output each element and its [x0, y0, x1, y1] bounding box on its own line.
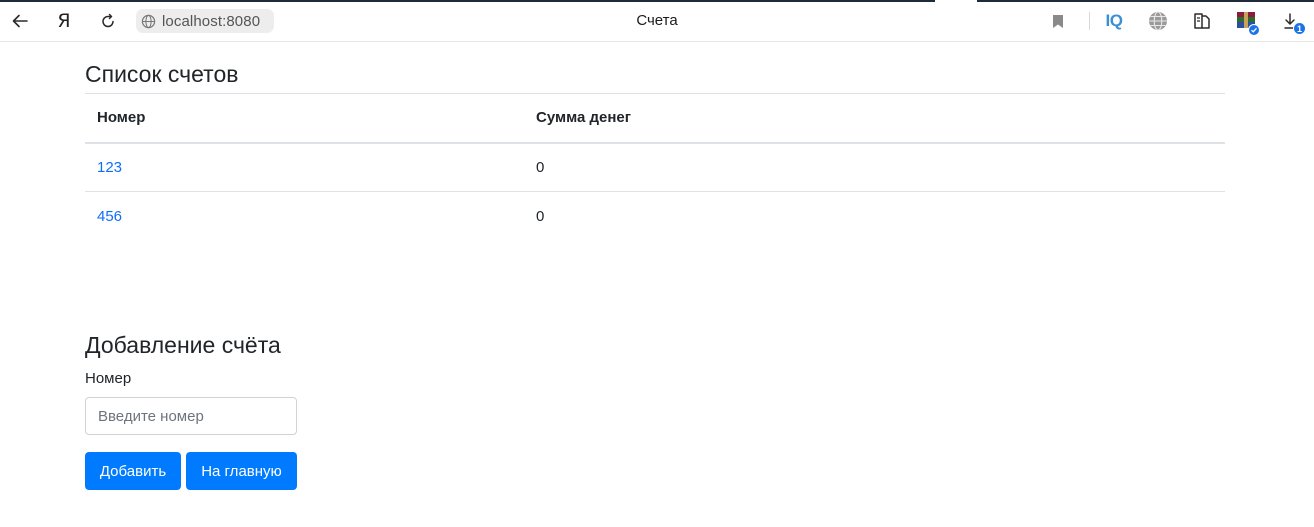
- globe-icon[interactable]: [1146, 9, 1170, 33]
- accounts-list-title: Список счетов: [85, 61, 239, 87]
- table-row: 456 0: [85, 192, 1225, 241]
- table-header-row: Номер Сумма денег: [85, 93, 1225, 144]
- column-header-number: Номер: [85, 93, 524, 144]
- add-account-button[interactable]: Добавить: [85, 452, 181, 490]
- reader-icon[interactable]: [1190, 9, 1214, 33]
- column-header-amount: Сумма денег: [524, 93, 1225, 144]
- site-globe-icon: [140, 13, 156, 29]
- account-number-cell: 123: [85, 142, 524, 192]
- home-button[interactable]: На главную: [186, 452, 297, 490]
- window-top-border: [977, 0, 1314, 2]
- account-number-link[interactable]: 456: [97, 208, 122, 225]
- iq-icon[interactable]: IQ: [1102, 9, 1126, 33]
- downloads-count-badge: 1: [1293, 22, 1306, 35]
- download-icon[interactable]: 1: [1278, 9, 1306, 35]
- address-text: localhost:8080: [162, 12, 261, 30]
- accounts-table-wrapper: Номер Сумма денег 123 0 456 0: [85, 93, 1225, 241]
- browser-toolbar: Я localhost:8080 Счета IQ 1: [0, 0, 1314, 42]
- yandex-logo-icon[interactable]: Я: [52, 9, 76, 33]
- account-amount-cell: 0: [536, 207, 545, 225]
- iq-label: IQ: [1105, 11, 1123, 30]
- account-number-cell: 456: [85, 192, 524, 241]
- account-amount-cell: 0: [524, 142, 1225, 192]
- winrar-extension-icon[interactable]: [1234, 9, 1260, 36]
- account-number-link[interactable]: 123: [97, 159, 122, 176]
- bookmark-icon[interactable]: [1046, 9, 1070, 33]
- back-arrow-icon[interactable]: [8, 9, 32, 33]
- yandex-logo-text: Я: [57, 10, 71, 32]
- table-row: 123 0: [85, 142, 1225, 192]
- address-bar[interactable]: localhost:8080: [136, 9, 274, 33]
- check-badge-icon: [1248, 24, 1260, 36]
- accounts-table: Номер Сумма денег 123 0 456 0: [85, 93, 1225, 241]
- window-top-border: [0, 0, 935, 2]
- add-account-title: Добавление счёта: [85, 332, 281, 358]
- account-number-input[interactable]: [85, 397, 297, 435]
- number-field-label: Номер: [85, 370, 132, 387]
- reload-icon[interactable]: [96, 9, 120, 33]
- toolbar-separator: [1089, 12, 1090, 30]
